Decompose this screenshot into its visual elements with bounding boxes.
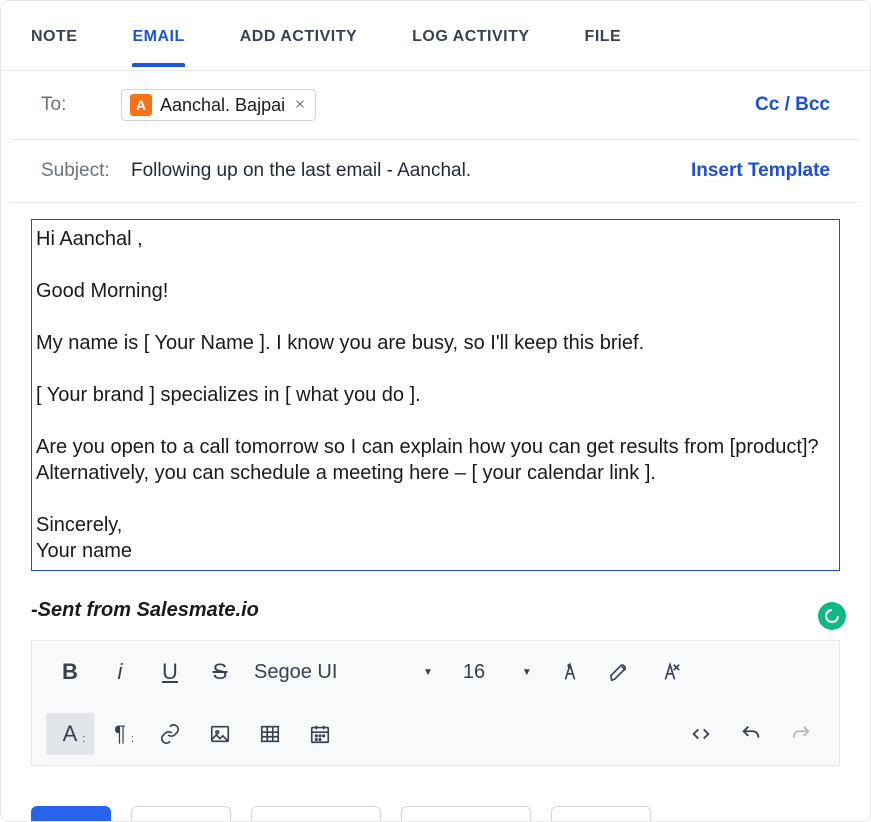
compose-tabs: NOTE EMAIL ADD ACTIVITY LOG ACTIVITY FIL… — [1, 1, 870, 71]
bold-button[interactable]: B — [46, 651, 94, 693]
action-button[interactable] — [131, 806, 231, 821]
link-button[interactable] — [146, 713, 194, 755]
font-size-select[interactable]: 16 — [455, 657, 510, 688]
chevron-down-icon[interactable]: ▼ — [423, 667, 433, 678]
recipient-avatar: A — [130, 94, 152, 116]
subject-row: Subject: Following up on the last email … — [11, 140, 860, 203]
help-bubble-icon[interactable] — [818, 602, 846, 630]
action-button[interactable] — [401, 806, 531, 821]
body-line: Hi Aanchal , — [36, 226, 835, 252]
body-line: Good Morning! — [36, 278, 835, 304]
action-button[interactable] — [251, 806, 381, 821]
body-line: Are you open to a call tomorrow so I can… — [36, 434, 835, 486]
recipient-remove-icon[interactable] — [293, 95, 307, 116]
redo-button[interactable] — [777, 713, 825, 755]
undo-button[interactable] — [727, 713, 775, 755]
send-button[interactable] — [31, 806, 111, 821]
format-toolbar: B i U S Segoe UI ▼ 16 ▼ — [31, 640, 840, 766]
tab-note[interactable]: NOTE — [31, 28, 77, 66]
tab-email[interactable]: EMAIL — [132, 28, 184, 66]
body-line: Sincerely, — [36, 512, 835, 538]
subject-label: Subject: — [41, 160, 121, 182]
insert-template-link[interactable]: Insert Template — [691, 160, 830, 182]
calendar-button[interactable] — [296, 713, 344, 755]
strikethrough-button[interactable]: S — [196, 651, 244, 693]
signature-line: -Sent from Salesmate.io — [31, 599, 840, 622]
tab-add-activity[interactable]: ADD ACTIVITY — [240, 28, 357, 66]
font-family-select[interactable]: Segoe UI — [246, 657, 411, 688]
image-button[interactable] — [196, 713, 244, 755]
table-button[interactable] — [246, 713, 294, 755]
chevron-down-icon[interactable]: ▼ — [522, 667, 532, 678]
paragraph-button[interactable]: ¶: — [96, 713, 144, 755]
tab-log-activity[interactable]: LOG ACTIVITY — [412, 28, 529, 66]
text-color-button[interactable] — [546, 651, 594, 693]
email-body-editor[interactable]: Hi Aanchal , Good Morning! My name is [ … — [31, 219, 840, 571]
body-line: [ Your brand ] specializes in [ what you… — [36, 382, 835, 408]
recipient-name: Aanchal. Bajpai — [160, 95, 285, 116]
to-row: To: A Aanchal. Bajpai Cc / Bcc — [11, 71, 860, 140]
tab-file[interactable]: FILE — [585, 28, 622, 66]
body-line: My name is [ Your Name ]. I know you are… — [36, 330, 835, 356]
code-view-button[interactable] — [677, 713, 725, 755]
subject-input[interactable]: Following up on the last email - Aanchal… — [131, 160, 471, 182]
text-style-button[interactable]: A: — [46, 713, 94, 755]
body-line: Your name — [36, 538, 835, 564]
to-label: To: — [41, 94, 121, 116]
clear-format-button[interactable] — [646, 651, 694, 693]
underline-button[interactable]: U — [146, 651, 194, 693]
action-buttons-row — [31, 806, 651, 821]
cc-bcc-link[interactable]: Cc / Bcc — [755, 94, 830, 116]
action-button[interactable] — [551, 806, 651, 821]
recipient-chip[interactable]: A Aanchal. Bajpai — [121, 89, 316, 121]
highlight-button[interactable] — [596, 651, 644, 693]
italic-button[interactable]: i — [96, 651, 144, 693]
